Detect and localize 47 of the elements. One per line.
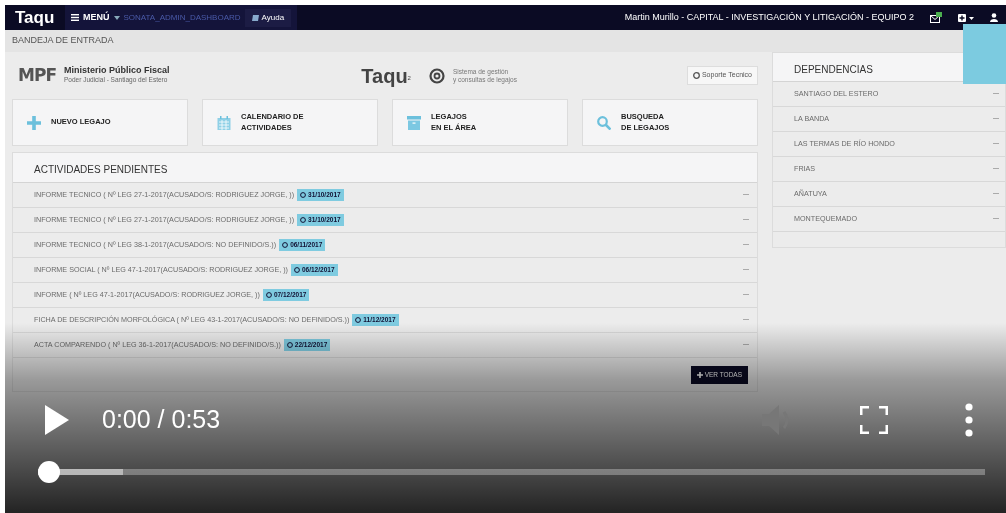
minus-icon: [993, 218, 999, 220]
minus-icon: [743, 269, 749, 271]
minus-icon: [743, 244, 749, 246]
clock-icon: [355, 317, 362, 323]
clock-icon: [300, 217, 307, 223]
plus-icon: [696, 371, 703, 378]
user-info: Martin Murillo - CAPITAL - INVESTIGACIÓN Y LITIGACIÓN - EQUIPO 2: [624, 10, 914, 24]
more-icon[interactable]: [965, 403, 973, 437]
mail-icon[interactable]: [930, 12, 942, 23]
help-button[interactable]: Ayuda: [244, 8, 292, 27]
add-dropdown-icon[interactable]: [958, 13, 974, 22]
fullscreen-icon[interactable]: [860, 406, 888, 434]
menu-icon: [71, 14, 79, 21]
map-thumbnail: [963, 24, 1006, 84]
book-icon: [251, 14, 259, 21]
minus-icon: [743, 294, 749, 296]
minus-icon: [743, 194, 749, 196]
brand-logo[interactable]: Taqu: [5, 5, 65, 31]
minus-icon: [743, 344, 749, 346]
clock-icon: [293, 267, 300, 273]
clock-icon: [282, 242, 289, 248]
minus-icon: [743, 219, 749, 221]
minus-icon: [993, 143, 999, 145]
calendar-icon: [217, 115, 231, 130]
minus-icon: [993, 168, 999, 170]
minus-icon: [993, 118, 999, 120]
box-icon: [407, 115, 421, 130]
minus-icon: [993, 93, 999, 95]
caret-icon: [113, 15, 120, 20]
route-text: SONATA_ADMIN_DASHBOARD: [123, 11, 241, 24]
mpf-logo: MPF: [18, 67, 56, 84]
clock-icon: [286, 342, 293, 348]
minus-icon: [743, 319, 749, 321]
progress-thumb[interactable]: [38, 461, 60, 483]
search-icon: [597, 115, 611, 130]
card-title: ACTIVIDADES PENDIENTES: [13, 153, 757, 183]
user-icon[interactable]: [990, 13, 998, 22]
plus-icon: [27, 115, 41, 130]
minus-icon: [993, 193, 999, 195]
menu-button[interactable]: MENÚ: [71, 10, 120, 25]
play-icon[interactable]: [45, 405, 69, 435]
clock-icon: [265, 292, 272, 298]
time-display: 0:00 / 0:53: [102, 404, 221, 435]
menu-label: MENÚ: [83, 10, 110, 24]
product-logo: Taqu$^{2}$: [361, 63, 411, 89]
org-name: Ministerio Público Fiscal: [64, 66, 170, 76]
clock-icon: [300, 192, 307, 198]
